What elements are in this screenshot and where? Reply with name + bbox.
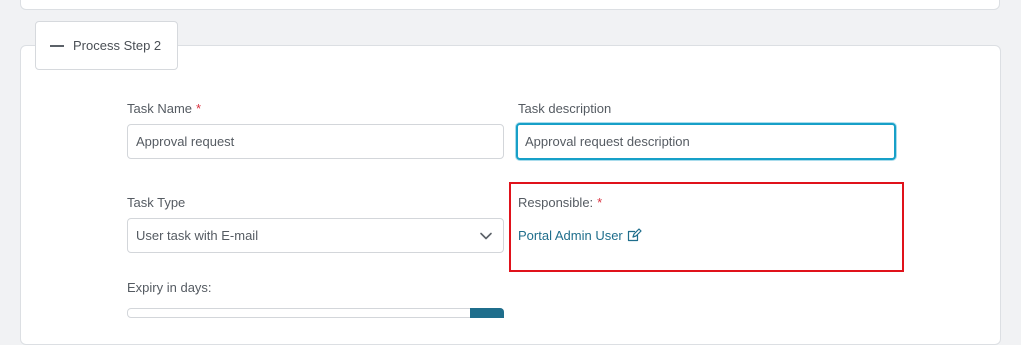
task-name-input[interactable]: Approval request: [127, 124, 504, 159]
minus-icon: [50, 44, 64, 47]
task-type-label: Task Type: [127, 195, 185, 210]
expiry-label-text: Expiry in days:: [127, 280, 212, 295]
task-description-label: Task description: [518, 101, 611, 116]
task-name-value: Approval request: [136, 134, 235, 149]
expiry-stepper-button[interactable]: [470, 308, 504, 318]
task-type-selected: User task with E-mail: [136, 228, 259, 243]
task-description-label-text: Task description: [518, 101, 612, 116]
previous-step-card: [20, 0, 1000, 10]
task-description-input[interactable]: Approval request description: [516, 123, 896, 160]
task-name-label: Task Name *: [127, 101, 201, 116]
task-name-label-text: Task Name: [127, 101, 193, 116]
required-marker: *: [196, 101, 202, 116]
expiry-input[interactable]: [127, 308, 504, 318]
task-description-value: Approval request description: [525, 134, 690, 149]
expiry-label: Expiry in days:: [127, 280, 212, 295]
process-step-toggle[interactable]: Process Step 2: [35, 21, 178, 70]
chevron-down-icon: [480, 232, 492, 240]
task-type-label-text: Task Type: [127, 195, 186, 210]
process-step-title: Process Step 2: [73, 38, 162, 53]
responsible-highlight-box: [509, 182, 904, 272]
task-type-select[interactable]: User task with E-mail: [127, 218, 504, 253]
